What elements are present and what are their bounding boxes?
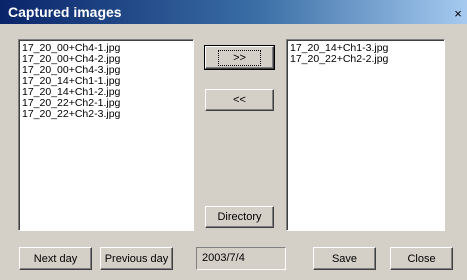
- title-bar: Captured images ×: [0, 0, 467, 24]
- date-display: 2003/7/4: [196, 247, 286, 270]
- dialog-body: 17_20_00+Ch4-1.jpg 17_20_00+Ch4-2.jpg 17…: [0, 24, 467, 280]
- directory-button[interactable]: Directory: [205, 206, 274, 228]
- move-right-button[interactable]: >>: [204, 45, 275, 70]
- previous-day-button[interactable]: Previous day: [100, 247, 173, 270]
- next-day-button[interactable]: Next day: [19, 247, 92, 270]
- move-left-button[interactable]: <<: [205, 89, 274, 111]
- selected-images-list[interactable]: 17_20_14+Ch1-3.jpg 17_20_22+Ch2-2.jpg: [286, 39, 445, 231]
- window-title: Captured images: [8, 4, 122, 20]
- available-images-items: 17_20_00+Ch4-1.jpg 17_20_00+Ch4-2.jpg 17…: [19, 40, 193, 120]
- save-button[interactable]: Save: [313, 247, 376, 270]
- move-right-label: >>: [218, 49, 261, 66]
- close-button[interactable]: Close: [390, 247, 453, 270]
- available-images-list[interactable]: 17_20_00+Ch4-1.jpg 17_20_00+Ch4-2.jpg 17…: [18, 39, 194, 231]
- selected-images-items: 17_20_14+Ch1-3.jpg 17_20_22+Ch2-2.jpg: [287, 40, 444, 65]
- close-icon[interactable]: ×: [451, 7, 465, 22]
- list-item[interactable]: 17_20_22+Ch2-3.jpg: [22, 109, 193, 120]
- list-item[interactable]: 17_20_22+Ch2-2.jpg: [290, 54, 444, 65]
